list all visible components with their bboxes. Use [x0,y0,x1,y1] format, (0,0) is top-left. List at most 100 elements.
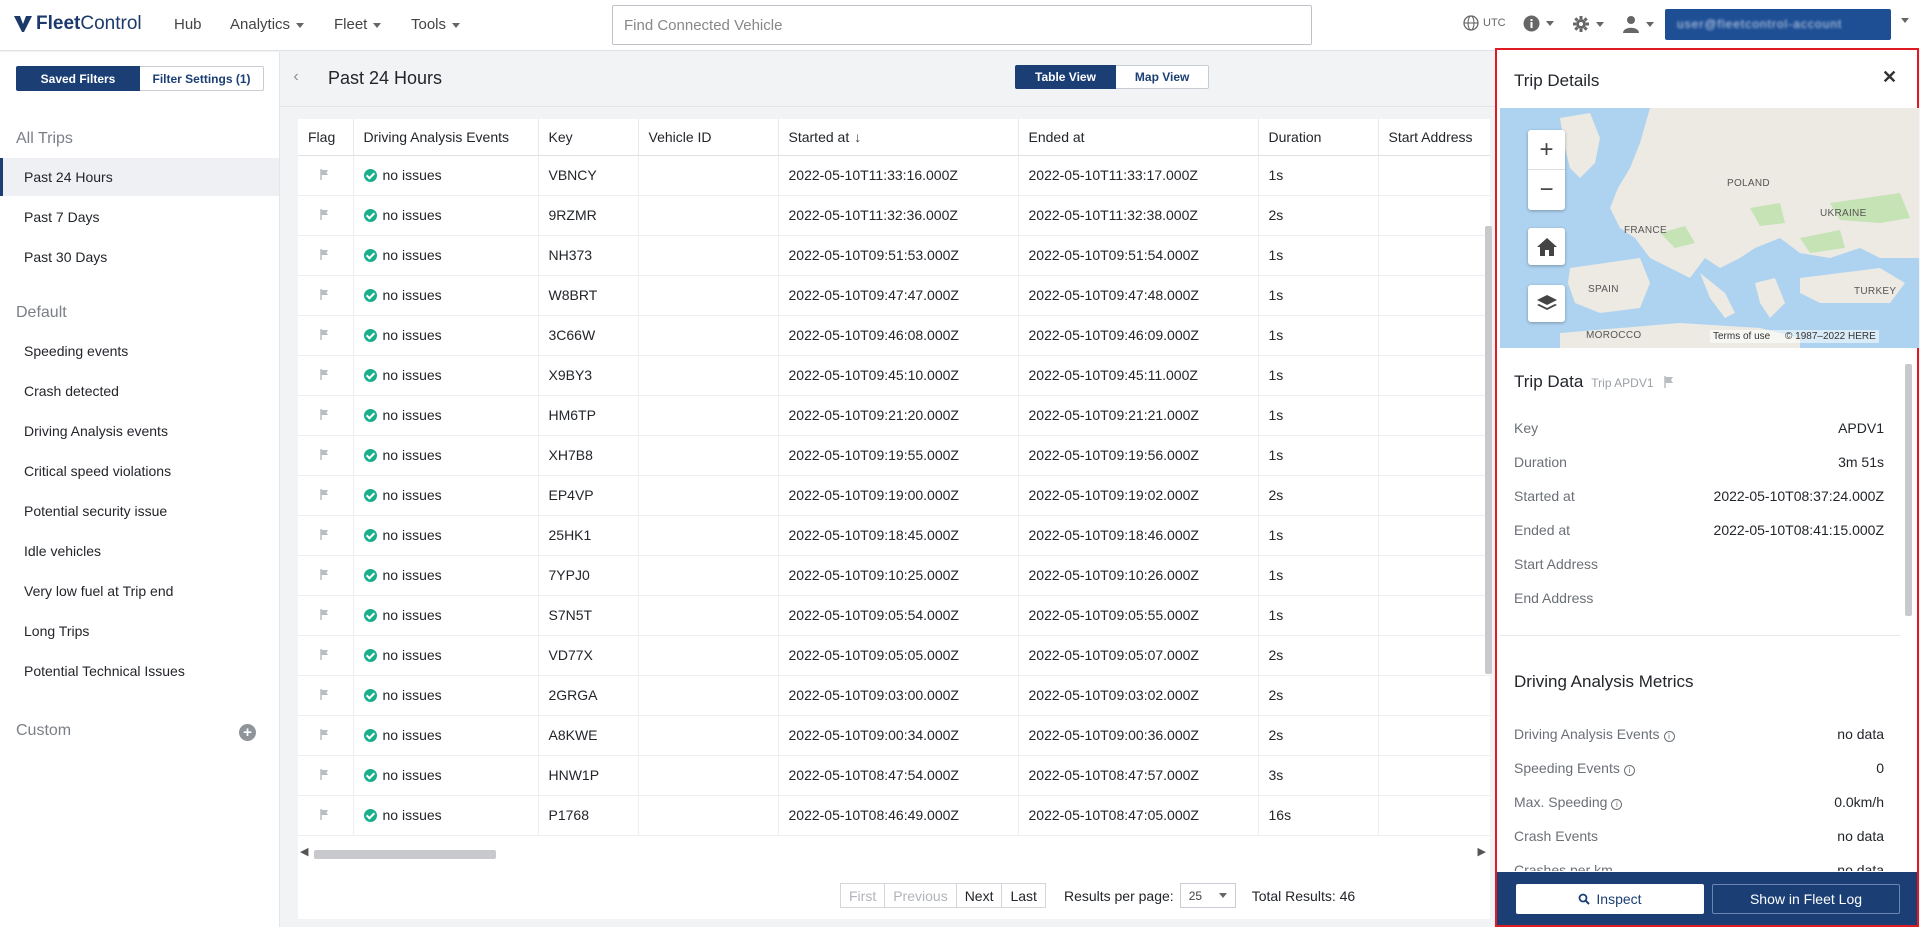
column-header-duration[interactable]: Duration [1258,119,1379,156]
flag-icon[interactable] [320,729,329,740]
table-row[interactable]: no issues HM6TP 2022-05-10T09:21:20.000Z 20… [298,395,1490,436]
flag-icon[interactable] [320,289,329,300]
flag-icon[interactable] [320,769,329,780]
flag-icon[interactable] [320,329,329,340]
sidebar-item-driving-analysis-events[interactable]: Driving Analysis events [0,412,279,450]
results-per-page-select[interactable]: 25 [1179,883,1236,908]
table-row[interactable]: no issues 2GRGA 2022-05-10T09:03:00.000Z 20… [298,675,1490,716]
flag-cell[interactable] [298,275,354,316]
filter-settings-button[interactable]: Filter Settings (1) [140,66,264,91]
zoom-out-icon[interactable]: − [1528,170,1565,210]
flag-icon[interactable] [1664,376,1674,388]
scroll-right-arrow-icon[interactable]: ▶ [1478,845,1486,858]
table-row[interactable]: no issues HNW1P 2022-05-10T08:47:54.000Z 20… [298,755,1490,796]
scrollbar-thumb[interactable] [1905,364,1912,616]
panel-scrollbar[interactable] [1903,350,1913,871]
flag-icon[interactable] [320,649,329,660]
table-row[interactable]: no issues 25HK1 2022-05-10T09:18:45.000Z 20… [298,515,1490,556]
sidebar-item-crash-detected[interactable]: Crash detected [0,372,279,410]
collapse-sidebar-chevron-left-icon[interactable]: ‹ [284,52,308,102]
flag-cell[interactable] [298,435,354,476]
trip-map[interactable]: + − POLAND UKRAINE FRANCE SPAIN TURKEY M… [1500,108,1919,348]
table-row[interactable]: no issues P1768 2022-05-10T08:46:49.000Z 20… [298,795,1490,836]
fleetcontrol-logo[interactable]: Fleet Control [14,13,142,35]
column-header-key[interactable]: Key [538,119,639,156]
flag-icon[interactable] [320,609,329,620]
account-dropdown-caret[interactable] [1895,18,1909,23]
flag-icon[interactable] [320,809,329,820]
sidebar-item-speeding-events[interactable]: Speeding events [0,332,279,370]
scrollbar-thumb[interactable] [314,850,496,859]
flag-cell[interactable] [298,355,354,396]
flag-icon[interactable] [320,369,329,380]
sidebar-item-past-24-hours[interactable]: Past 24 Hours [0,158,279,196]
flag-cell[interactable] [298,755,354,796]
table-vertical-scrollbar[interactable] [1483,209,1493,899]
sidebar-item-past-7-days[interactable]: Past 7 Days [0,198,279,236]
info-icon[interactable]: i [1663,731,1675,742]
column-header-ended-at[interactable]: Ended at [1018,119,1259,156]
flag-cell[interactable] [298,395,354,436]
previous-page-button[interactable]: Previous [885,883,957,908]
sidebar-item-very-low-fuel[interactable]: Very low fuel at Trip end [0,572,279,610]
flag-cell[interactable] [298,595,354,636]
table-row[interactable]: no issues S7N5T 2022-05-10T09:05:54.000Z 20… [298,595,1490,636]
flag-cell[interactable] [298,235,354,276]
account-menu[interactable] [1622,15,1654,33]
flag-icon[interactable] [320,529,329,540]
table-row[interactable]: no issues EP4VP 2022-05-10T09:19:00.000Z 20… [298,475,1490,516]
flag-cell[interactable] [298,315,354,356]
sidebar-item-past-30-days[interactable]: Past 30 Days [0,238,279,276]
flag-icon[interactable] [320,249,329,260]
saved-filters-button[interactable]: Saved Filters [16,66,140,91]
table-row[interactable]: no issues 3C66W 2022-05-10T09:46:08.000Z 20… [298,315,1490,356]
table-row[interactable]: no issues X9BY3 2022-05-10T09:45:10.000Z 20… [298,355,1490,396]
flag-cell[interactable] [298,795,354,836]
inspect-button[interactable]: Inspect [1516,884,1704,914]
vehicle-search-input[interactable] [612,5,1312,45]
last-page-button[interactable]: Last [1002,883,1046,908]
table-row[interactable]: no issues NH373 2022-05-10T09:51:53.000Z 20… [298,235,1490,276]
table-row[interactable]: no issues 7YPJ0 2022-05-10T09:10:25.000Z 20… [298,555,1490,596]
layers-icon[interactable] [1528,285,1565,322]
flag-cell[interactable] [298,715,354,756]
add-custom-filter-icon[interactable]: + [239,724,256,741]
column-header-started-at[interactable]: Started at ↓ [778,119,1019,156]
next-page-button[interactable]: Next [956,883,1003,908]
column-header-flag[interactable]: Flag [298,119,354,156]
flag-cell[interactable] [298,635,354,676]
sidebar-item-long-trips[interactable]: Long Trips [0,612,279,650]
map-view-button[interactable]: Map View [1115,65,1210,89]
nav-tools[interactable]: Tools [411,16,461,33]
nav-hub[interactable]: Hub [174,16,202,33]
settings-menu[interactable] [1572,15,1604,33]
user-account-dropdown[interactable]: user@fleetcontrol-account [1665,9,1891,40]
table-row[interactable]: no issues VD77X 2022-05-10T09:05:05.000Z 20… [298,635,1490,676]
flag-icon[interactable] [320,489,329,500]
flag-icon[interactable] [320,409,329,420]
flag-icon[interactable] [320,209,329,220]
sidebar-item-idle-vehicles[interactable]: Idle vehicles [0,532,279,570]
sidebar-item-potential-technical-issues[interactable]: Potential Technical Issues [0,652,279,690]
table-row[interactable]: no issues VBNCY 2022-05-10T11:33:16.000Z 20… [298,155,1490,196]
flag-cell[interactable] [298,475,354,516]
close-icon[interactable]: ✕ [1882,67,1897,88]
flag-icon[interactable] [320,689,329,700]
table-view-button[interactable]: Table View [1015,65,1116,89]
column-header-vehicle-id[interactable]: Vehicle ID [638,119,779,156]
flag-icon[interactable] [320,569,329,580]
zoom-in-icon[interactable]: + [1528,130,1565,170]
info-icon[interactable]: i [1623,765,1635,776]
flag-cell[interactable] [298,555,354,596]
timezone-selector[interactable]: UTC [1463,15,1506,31]
home-icon[interactable] [1528,228,1565,265]
info-icon[interactable]: i [1611,799,1623,810]
flag-cell[interactable] [298,675,354,716]
sidebar-item-critical-speed-violations[interactable]: Critical speed violations [0,452,279,490]
nav-analytics[interactable]: Analytics [230,16,305,33]
scroll-left-arrow-icon[interactable]: ◀ [300,845,308,858]
flag-cell[interactable] [298,195,354,236]
table-row[interactable]: no issues 9RZMR 2022-05-10T11:32:36.000Z 20… [298,195,1490,236]
column-header-start-address[interactable]: Start Address [1378,119,1490,156]
table-horizontal-scrollbar[interactable]: ◀ ▶ [298,845,1490,861]
